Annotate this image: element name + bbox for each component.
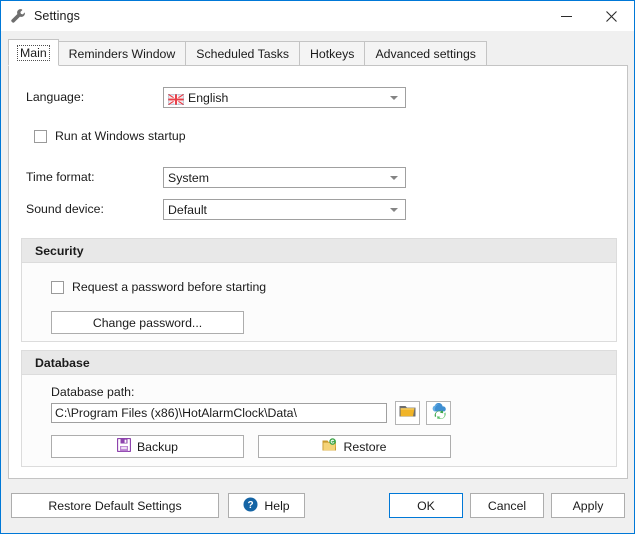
tab-hotkeys[interactable]: Hotkeys xyxy=(299,41,365,66)
tab-strip: Main Reminders Window Scheduled Tasks Ho… xyxy=(8,39,486,66)
tab-scheduled-tasks[interactable]: Scheduled Tasks xyxy=(185,41,300,66)
cloud-sync-icon xyxy=(430,403,448,424)
dialog-footer: Restore Default Settings ? Help OK Cance… xyxy=(1,485,634,533)
request-password-label: Request a password before starting xyxy=(72,280,266,294)
security-group-title: Security xyxy=(22,239,616,263)
ok-button[interactable]: OK xyxy=(389,493,463,518)
checkbox-box xyxy=(34,130,47,143)
restore-button[interactable]: Restore xyxy=(258,435,451,458)
language-combobox[interactable]: English xyxy=(163,87,406,108)
apply-button[interactable]: Apply xyxy=(551,493,625,518)
chevron-down-icon xyxy=(390,208,398,212)
security-group: Security Request a password before start… xyxy=(21,238,617,342)
checkbox-box xyxy=(51,281,64,294)
minimize-button[interactable] xyxy=(544,1,589,31)
uk-flag-icon xyxy=(168,92,184,103)
folder-icon xyxy=(399,404,416,423)
cancel-button[interactable]: Cancel xyxy=(470,493,544,518)
request-password-checkbox[interactable]: Request a password before starting xyxy=(51,280,266,294)
restore-default-settings-label: Restore Default Settings xyxy=(48,499,181,513)
wrench-icon xyxy=(10,8,26,24)
change-password-label: Change password... xyxy=(93,316,202,330)
tab-main-label: Main xyxy=(17,45,50,61)
settings-window: Settings Main Reminders Window Scheduled… xyxy=(0,0,635,534)
tab-scheduled-tasks-label: Scheduled Tasks xyxy=(196,47,289,61)
chevron-down-icon xyxy=(390,176,398,180)
help-button[interactable]: ? Help xyxy=(228,493,305,518)
time-format-value: System xyxy=(164,171,209,185)
tab-reminders-window-label: Reminders Window xyxy=(69,47,176,61)
close-button[interactable] xyxy=(589,1,634,31)
backup-label: Backup xyxy=(137,440,178,454)
window-title: Settings xyxy=(34,9,80,23)
database-path-input[interactable]: C:\Program Files (x86)\HotAlarmClock\Dat… xyxy=(51,403,387,423)
database-path-value: C:\Program Files (x86)\HotAlarmClock\Dat… xyxy=(55,406,297,420)
svg-text:?: ? xyxy=(248,500,254,511)
change-password-button[interactable]: Change password... xyxy=(51,311,244,334)
time-format-label: Time format: xyxy=(26,170,95,184)
sound-device-label: Sound device: xyxy=(26,202,104,216)
folder-restore-icon xyxy=(322,438,337,455)
backup-button[interactable]: Backup xyxy=(51,435,244,458)
tab-main[interactable]: Main xyxy=(8,39,59,66)
browse-folder-button[interactable] xyxy=(395,401,420,425)
language-label: Language: xyxy=(26,90,84,104)
tab-advanced-settings[interactable]: Advanced settings xyxy=(364,41,487,66)
database-path-label: Database path: xyxy=(51,385,134,399)
time-format-combobox[interactable]: System xyxy=(163,167,406,188)
restore-label: Restore xyxy=(343,440,386,454)
window-controls xyxy=(544,1,634,31)
main-tab-panel: Language: English Run at Windows startup xyxy=(8,65,628,479)
database-group: Database Database path: C:\Program Files… xyxy=(21,350,617,467)
title-bar: Settings xyxy=(1,1,634,31)
tab-hotkeys-label: Hotkeys xyxy=(310,47,354,61)
sound-device-combobox[interactable]: Default xyxy=(163,199,406,220)
cloud-sync-button[interactable] xyxy=(426,401,451,425)
cancel-label: Cancel xyxy=(488,499,526,513)
chevron-down-icon xyxy=(390,96,398,100)
run-at-startup-label: Run at Windows startup xyxy=(55,129,186,143)
tab-advanced-settings-label: Advanced settings xyxy=(375,47,476,61)
language-value: English xyxy=(188,91,228,105)
restore-default-settings-button[interactable]: Restore Default Settings xyxy=(11,493,219,518)
help-label: Help xyxy=(264,499,289,513)
tab-reminders-window[interactable]: Reminders Window xyxy=(58,41,187,66)
database-group-title: Database xyxy=(22,351,616,375)
apply-label: Apply xyxy=(573,499,604,513)
floppy-disk-icon xyxy=(117,438,131,455)
ok-label: OK xyxy=(417,499,435,513)
sound-device-value: Default xyxy=(164,203,207,217)
run-at-startup-checkbox[interactable]: Run at Windows startup xyxy=(34,129,186,143)
question-mark-icon: ? xyxy=(243,497,258,515)
